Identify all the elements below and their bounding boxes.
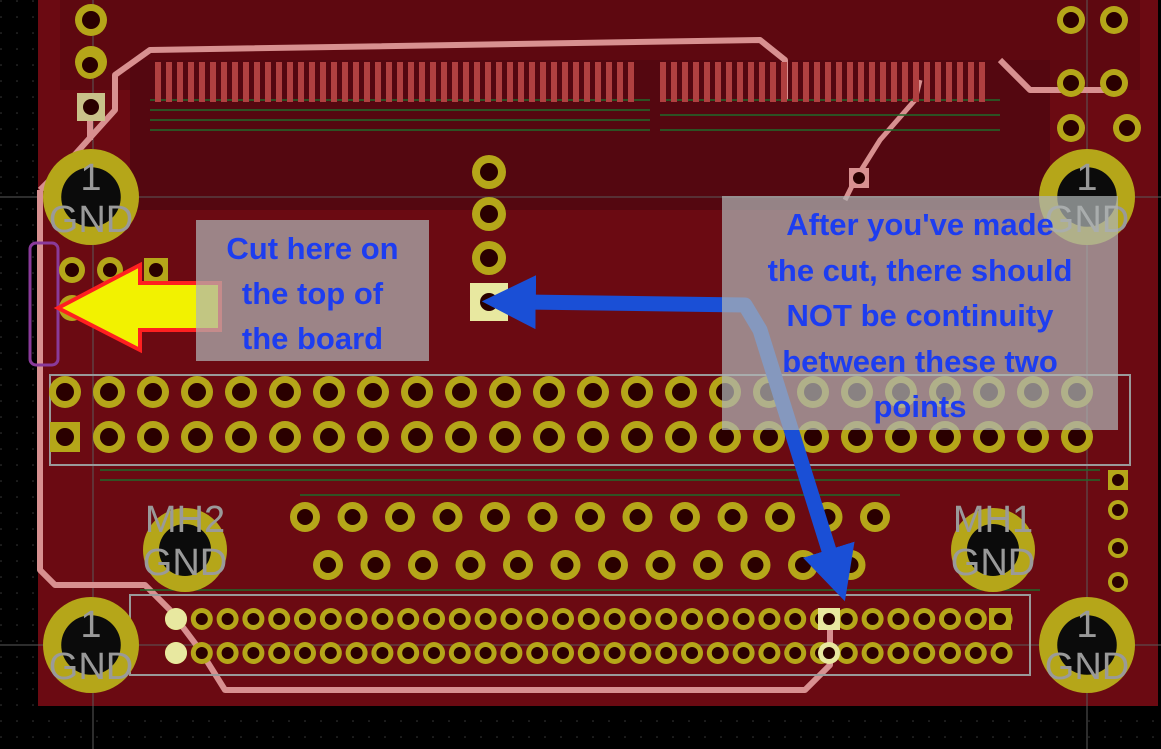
continuity-note-line-2: the cut, there should xyxy=(767,252,1073,288)
ic-pin xyxy=(671,62,677,102)
cut-instruction-line-3: the board xyxy=(241,321,384,356)
ic-pin xyxy=(287,62,293,102)
ic-pin xyxy=(199,62,205,102)
ic-pin xyxy=(825,62,831,102)
ic-pin xyxy=(474,62,480,102)
ic-pin xyxy=(814,62,820,102)
ic-pin xyxy=(177,62,183,102)
ic-pin xyxy=(155,62,161,102)
mount-1-top-left-sub: GND xyxy=(49,199,133,241)
ic-pin xyxy=(243,62,249,102)
ic-pin xyxy=(979,62,985,102)
ic-pin xyxy=(254,62,260,102)
ic-pin xyxy=(221,62,227,102)
ic-pin xyxy=(452,62,458,102)
ic-pin xyxy=(309,62,315,102)
cut-instruction-callout: Cut here on the top of the board xyxy=(196,220,429,361)
ic-pin xyxy=(551,62,557,102)
ic-pin xyxy=(331,62,337,102)
mh2-sub-label: GND xyxy=(143,542,227,584)
mh1-label: MH1 xyxy=(953,499,1033,541)
ic-pin xyxy=(386,62,392,102)
ic-pin xyxy=(419,62,425,102)
ic-pin xyxy=(441,62,447,102)
ic-pin xyxy=(628,62,634,102)
gpio-pin-pad xyxy=(165,608,187,630)
ic-pin xyxy=(232,62,238,102)
cut-instruction-line-2: the top of xyxy=(241,276,384,311)
ic-pin xyxy=(375,62,381,102)
ic-pin xyxy=(726,62,732,102)
ic-pin xyxy=(298,62,304,102)
continuity-note-line-3: NOT be continuity xyxy=(786,298,1054,333)
ic-pin xyxy=(496,62,502,102)
mh1-sub-label: GND xyxy=(951,542,1035,584)
ic-pin xyxy=(968,62,974,102)
ic-pin xyxy=(342,62,348,102)
ic-pin xyxy=(485,62,491,102)
ic-pin xyxy=(463,62,469,102)
ic-pin xyxy=(737,62,743,102)
ic-pin xyxy=(562,62,568,102)
ic-pin xyxy=(584,62,590,102)
continuity-note-line-5: points xyxy=(873,389,967,424)
continuity-note-line-4: between these two xyxy=(782,343,1058,379)
ic-pin xyxy=(518,62,524,102)
mount-1-top-left-label: 1 xyxy=(80,157,101,199)
ic-pin xyxy=(320,62,326,102)
ic-pin xyxy=(902,62,908,102)
ic-pin xyxy=(946,62,952,102)
ic-pin xyxy=(529,62,535,102)
ic-pin xyxy=(957,62,963,102)
mount-1-bottom-left-sub: GND xyxy=(49,646,133,688)
ic-pin xyxy=(617,62,623,102)
ic-pin xyxy=(682,62,688,102)
ic-pin xyxy=(770,62,776,102)
continuity-note-line-1: After you've made xyxy=(786,207,1054,242)
ic-pin xyxy=(858,62,864,102)
ic-pin xyxy=(397,62,403,102)
ic-pin xyxy=(693,62,699,102)
ic-pin xyxy=(935,62,941,102)
ic-pin xyxy=(748,62,754,102)
continuity-note-callout: After you've made the cut, there should … xyxy=(722,196,1118,430)
ic-pin xyxy=(660,62,666,102)
ic-pin xyxy=(166,62,172,102)
ic-pin xyxy=(364,62,370,102)
ic-pin xyxy=(880,62,886,102)
mount-1-top-right-label: 1 xyxy=(1076,157,1097,199)
ic-pin xyxy=(408,62,414,102)
ic-pin xyxy=(540,62,546,102)
ic-pin xyxy=(759,62,765,102)
mount-1-bottom-right-label: 1 xyxy=(1076,604,1097,646)
ic-pin xyxy=(595,62,601,102)
ic-pin xyxy=(573,62,579,102)
cut-instruction-line-1: Cut here on xyxy=(226,231,399,266)
ic-pin xyxy=(792,62,798,102)
ic-pin xyxy=(913,62,919,102)
ic-pin xyxy=(715,62,721,102)
mh2-label: MH2 xyxy=(145,499,225,541)
ic-pin xyxy=(606,62,612,102)
ic-pin xyxy=(430,62,436,102)
ic-pin xyxy=(836,62,842,102)
mount-1-bottom-left-label: 1 xyxy=(80,604,101,646)
ic-pin xyxy=(803,62,809,102)
ic-pin xyxy=(353,62,359,102)
ic-pin xyxy=(210,62,216,102)
ic-pin xyxy=(781,62,787,102)
ic-pin xyxy=(891,62,897,102)
ic-pin xyxy=(869,62,875,102)
ic-pin xyxy=(847,62,853,102)
mount-1-bottom-right-sub: GND xyxy=(1045,646,1129,688)
ic-pin xyxy=(276,62,282,102)
ic-pin xyxy=(188,62,194,102)
pcb-layout-view: 1 GND 1 GND 1 GND 1 GND MH2 GND MH1 GND … xyxy=(0,0,1161,749)
ic-pin xyxy=(704,62,710,102)
ic-pin xyxy=(924,62,930,102)
ic-pin xyxy=(265,62,271,102)
ic-pin xyxy=(507,62,513,102)
gpio-pin-pad xyxy=(165,642,187,664)
